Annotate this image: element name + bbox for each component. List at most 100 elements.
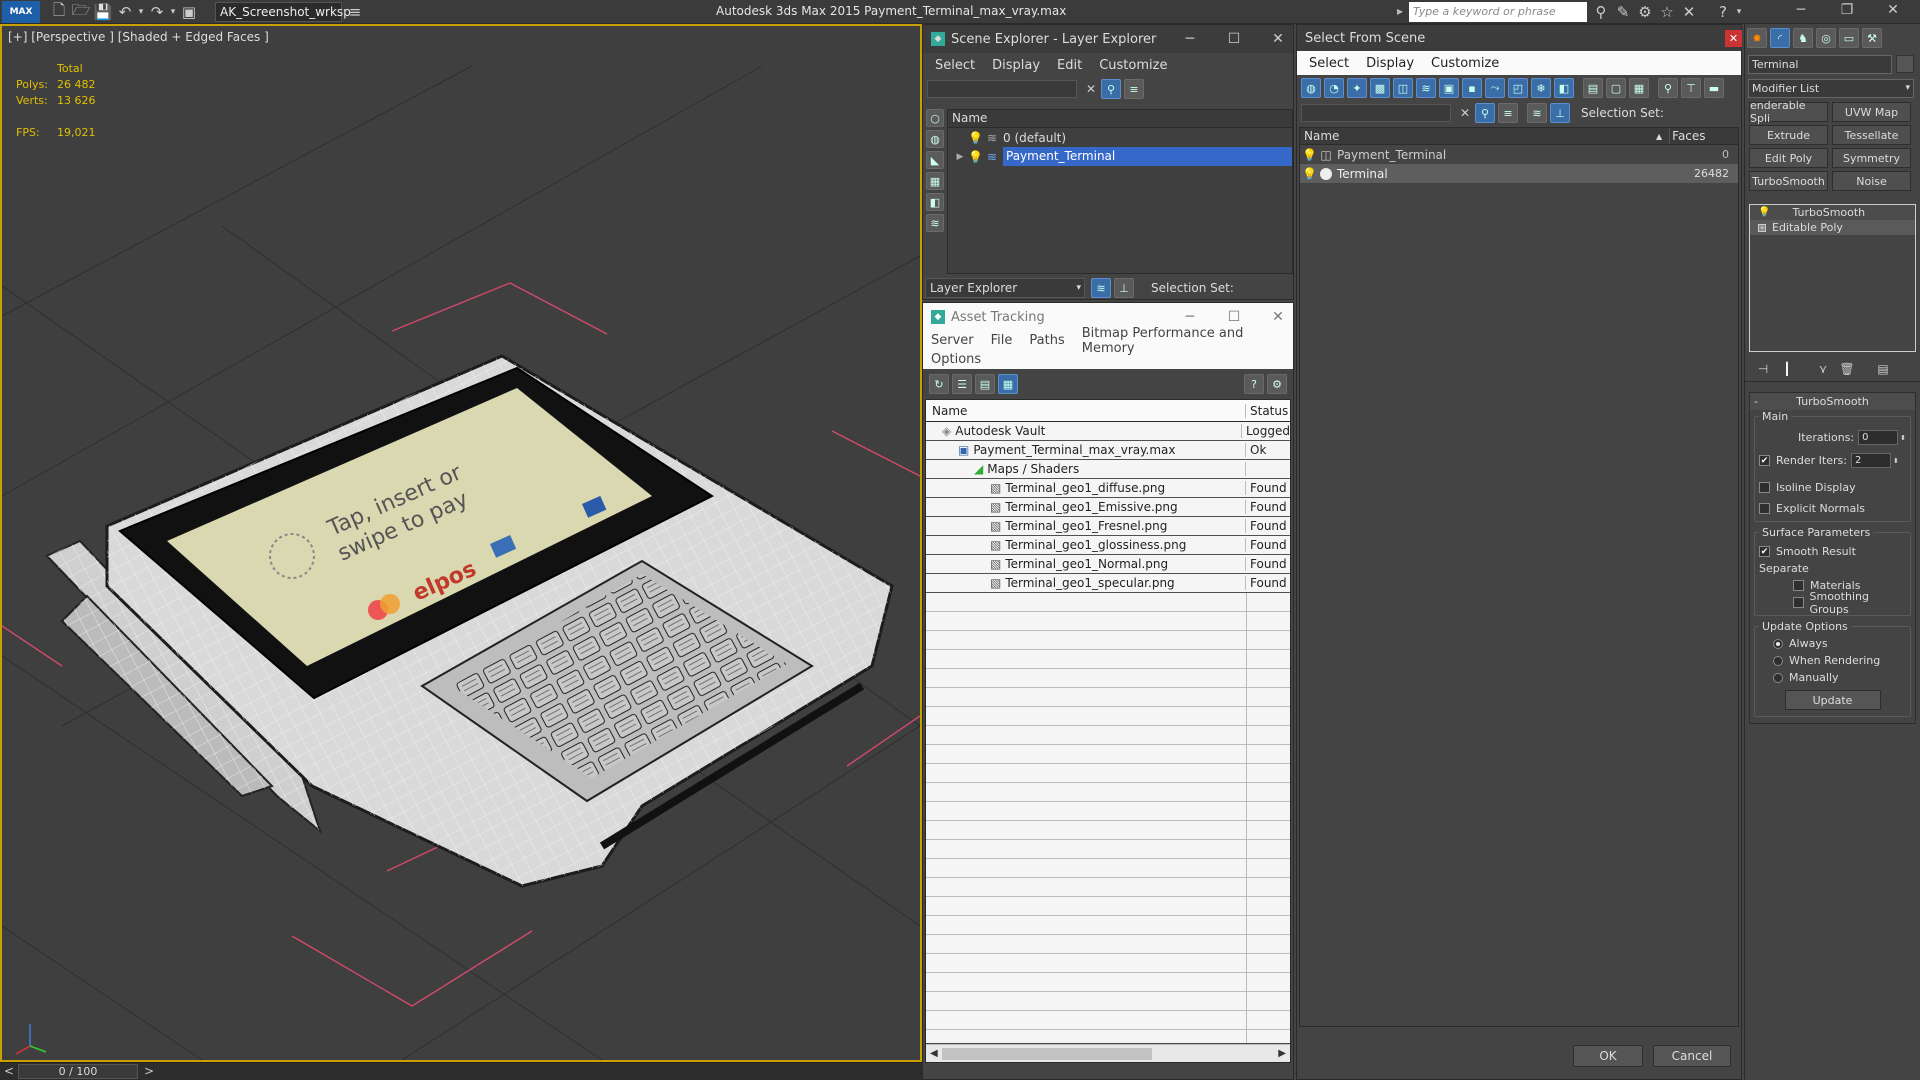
expand-plus-icon[interactable]: +: [1758, 223, 1766, 232]
display-geometry-icon[interactable]: ◍: [926, 130, 944, 148]
perspective-viewport[interactable]: [+] [Perspective ] [Shaded + Edged Faces…: [0, 24, 922, 1062]
open-file-icon[interactable]: 🗁: [70, 1, 92, 23]
hierarchy-tab-icon[interactable]: ♞: [1793, 28, 1813, 48]
object-row[interactable]: 💡 Terminal 26482: [1300, 164, 1738, 183]
help-icon[interactable]: ?: [1712, 1, 1734, 23]
display-lights-icon[interactable]: ✦: [1347, 78, 1367, 98]
binoculars-icon[interactable]: ⚲: [1590, 1, 1612, 23]
object-row[interactable]: 💡 ◫ Payment_Terminal 0: [1300, 145, 1738, 164]
pin-stack-icon[interactable]: ⊣: [1751, 362, 1775, 376]
options-icon[interactable]: ≡: [1498, 103, 1518, 123]
spinner-arrows-icon[interactable]: ⬍: [1893, 457, 1899, 465]
time-prev-button[interactable]: <: [4, 1064, 14, 1078]
keyword-search-input[interactable]: Type a keyword or phrase: [1409, 2, 1587, 22]
expand-arrow-icon[interactable]: ▶: [954, 152, 966, 162]
layer-row-default[interactable]: 💡 ≋ 0 (default): [948, 128, 1292, 147]
minimize-icon[interactable]: ─: [1175, 309, 1205, 325]
isoline-checkbox[interactable]: [1759, 482, 1770, 493]
cancel-button[interactable]: Cancel: [1653, 1045, 1731, 1067]
display-groups-icon[interactable]: ▣: [1439, 78, 1459, 98]
clear-search-icon[interactable]: ✕: [1455, 106, 1475, 120]
always-radio[interactable]: [1773, 638, 1783, 649]
display-bones-icon[interactable]: ⤳: [1485, 78, 1505, 98]
scene-explorer-titlebar[interactable]: ◆ Scene Explorer - Layer Explorer ─ ☐ ✕: [923, 25, 1293, 53]
scroll-right-icon[interactable]: ▶: [1274, 1048, 1290, 1059]
display-invert-icon[interactable]: ▦: [1629, 78, 1649, 98]
display-spacewarps-icon[interactable]: ≋: [1416, 78, 1436, 98]
close-x-icon[interactable]: ✕: [1678, 1, 1700, 23]
minimize-icon[interactable]: ─: [1786, 0, 1816, 22]
display-all-icon[interactable]: ▤: [1583, 78, 1603, 98]
motion-tab-icon[interactable]: ◎: [1816, 28, 1836, 48]
arrow-right-icon[interactable]: ▸: [1397, 4, 1403, 18]
asset-row[interactable]: ▧ Terminal_geo1_Normal.png Found: [926, 555, 1290, 574]
menu-customize[interactable]: Customize: [1431, 56, 1499, 71]
asset-row[interactable]: ▧ Terminal_geo1_specular.png Found: [926, 574, 1290, 593]
hierarchy-icon[interactable]: ⊥: [1114, 278, 1134, 298]
display-xrefs-icon[interactable]: ▪: [1462, 78, 1482, 98]
time-next-button[interactable]: >: [144, 1064, 154, 1078]
materials-checkbox[interactable]: [1793, 580, 1804, 591]
explicit-normals-checkbox[interactable]: [1759, 503, 1770, 514]
mod-renderable-spline-button[interactable]: enderable Spli: [1749, 99, 1828, 125]
display-frozen-icon[interactable]: ❄: [1531, 78, 1551, 98]
collapse-icon[interactable]: ▬: [1704, 78, 1724, 98]
hierarchy-filter-icon[interactable]: ⊤: [1681, 78, 1701, 98]
star-icon[interactable]: ☆: [1656, 1, 1678, 23]
help-icon[interactable]: ?: [1244, 374, 1264, 394]
rollout-header[interactable]: - TurboSmooth: [1750, 393, 1915, 410]
configure-sets-icon[interactable]: ▤: [1871, 362, 1895, 376]
display-hidden-icon[interactable]: ◧: [1554, 78, 1574, 98]
explorer-type-dropdown[interactable]: Layer Explorer ▾: [925, 278, 1085, 298]
mod-uvw-map-button[interactable]: UVW Map: [1832, 102, 1911, 122]
maximize-icon[interactable]: ☐: [1219, 309, 1249, 325]
menu-select[interactable]: Select: [1309, 56, 1349, 71]
list-view-icon[interactable]: ☰: [952, 374, 972, 394]
scroll-thumb[interactable]: [941, 1047, 1152, 1060]
select-from-scene-titlebar[interactable]: Select From Scene: [1297, 25, 1741, 51]
asset-row[interactable]: ◢ Maps / Shaders: [926, 460, 1290, 479]
menu-server[interactable]: Server: [931, 333, 974, 348]
app-logo-icon[interactable]: MAX: [2, 1, 40, 23]
mod-extrude-button[interactable]: Extrude: [1749, 125, 1828, 145]
close-icon[interactable]: ✕: [1878, 0, 1908, 22]
asset-horizontal-scrollbar[interactable]: ◀ ▶: [926, 1044, 1290, 1062]
help-dropdown-icon[interactable]: ▾: [1734, 1, 1744, 23]
new-file-icon[interactable]: 🗋: [48, 1, 70, 23]
asset-row[interactable]: ▧ Terminal_geo1_diffuse.png Found: [926, 479, 1290, 498]
column-name[interactable]: Name: [948, 110, 1292, 128]
scene-explorer-search-input[interactable]: [927, 80, 1077, 98]
column-faces[interactable]: Faces: [1668, 129, 1705, 143]
when-rendering-radio[interactable]: [1773, 655, 1783, 666]
display-geometry-icon[interactable]: ◍: [1301, 78, 1321, 98]
tools-icon[interactable]: ✎: [1612, 1, 1634, 23]
workspace-dropdown[interactable]: AK_Screenshot_wrksp▾: [215, 2, 351, 35]
object-name-input[interactable]: Terminal: [1748, 54, 1892, 74]
mod-symmetry-button[interactable]: Symmetry: [1832, 148, 1911, 168]
make-unique-icon[interactable]: ⋎: [1811, 362, 1835, 376]
layer-mode-icon[interactable]: ≋: [1091, 278, 1111, 298]
display-shapes-icon[interactable]: ◣: [926, 151, 944, 169]
render-iters-checkbox[interactable]: ✔: [1759, 455, 1770, 466]
display-tab-icon[interactable]: ▭: [1839, 28, 1859, 48]
menu-bitmap-performance[interactable]: Bitmap Performance and Memory: [1082, 326, 1276, 356]
detail-view-icon[interactable]: ▤: [975, 374, 995, 394]
project-folder-icon[interactable]: ▣: [178, 1, 200, 23]
light-bulb-icon[interactable]: 💡: [968, 131, 983, 145]
display-cameras-icon[interactable]: ◧: [926, 193, 944, 211]
close-icon[interactable]: ✕: [1263, 31, 1293, 47]
stack-item-turbosmooth[interactable]: 💡 TurboSmooth: [1750, 205, 1915, 220]
menu-select[interactable]: Select: [935, 58, 975, 73]
display-none-icon[interactable]: ○: [926, 109, 944, 127]
menu-icon[interactable]: ≡: [344, 1, 366, 23]
scroll-left-icon[interactable]: ◀: [926, 1048, 942, 1059]
utilities-tab-icon[interactable]: ⚒: [1862, 28, 1882, 48]
column-status[interactable]: Status: [1246, 404, 1288, 418]
mod-edit-poly-button[interactable]: Edit Poly: [1749, 148, 1828, 168]
hierarchy-mode-icon[interactable]: ⊥: [1550, 103, 1570, 123]
subscription-icon[interactable]: ⚙: [1634, 1, 1656, 23]
asset-row[interactable]: ◈ Autodesk Vault Logged: [926, 422, 1290, 441]
minimize-icon[interactable]: ─: [1175, 31, 1205, 47]
manually-radio[interactable]: [1773, 672, 1783, 683]
smoothing-groups-checkbox[interactable]: [1793, 597, 1804, 608]
